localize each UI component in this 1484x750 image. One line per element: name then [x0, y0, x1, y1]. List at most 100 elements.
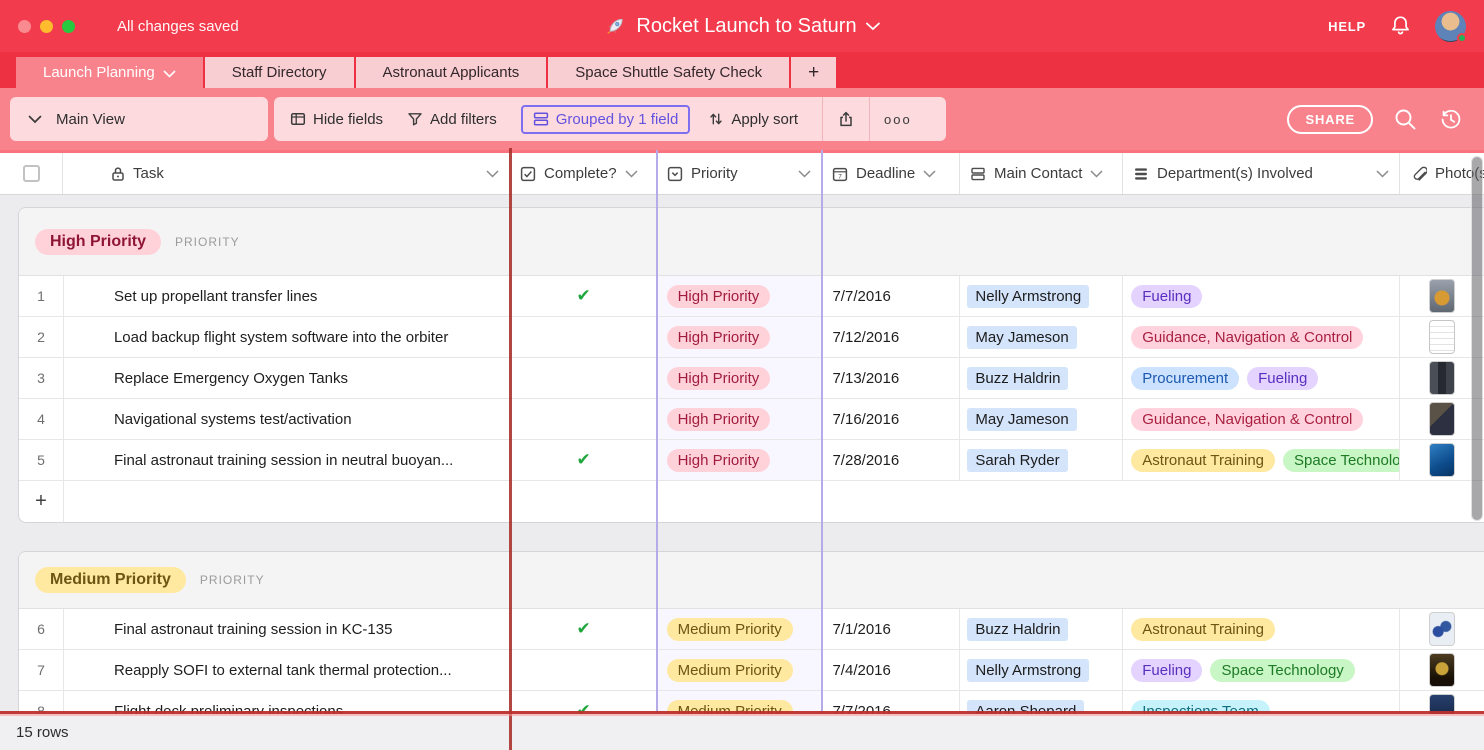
column-header-departments[interactable]: Department(s) Involved — [1123, 153, 1400, 194]
add-record-button[interactable]: + — [19, 481, 64, 522]
task-cell[interactable]: Final astronaut training session in KC-1… — [64, 609, 511, 649]
calendar-icon: 7 — [832, 166, 848, 182]
table-tab-staff-directory[interactable]: Staff Directory — [205, 57, 354, 88]
table-row[interactable]: 5 Final astronaut training session in ne… — [19, 440, 1484, 481]
close-window-button[interactable] — [18, 20, 31, 33]
table-row[interactable]: 6 Final astronaut training session in KC… — [19, 609, 1484, 650]
column-header-priority[interactable]: Priority — [657, 153, 822, 194]
contact-cell[interactable]: Sarah Ryder — [960, 440, 1123, 480]
column-header-main-contact[interactable]: Main Contact — [960, 153, 1123, 194]
departments-cell[interactable]: FuelingSpace Technology — [1123, 650, 1400, 690]
grouped-by-button[interactable]: Grouped by 1 field — [521, 105, 691, 134]
complete-cell[interactable]: ✔ — [511, 276, 658, 316]
contact-cell[interactable]: May Jameson — [960, 317, 1123, 357]
task-cell[interactable]: Final astronaut training session in neut… — [64, 440, 511, 480]
complete-cell[interactable]: ✔ — [511, 609, 658, 649]
group-value-badge[interactable]: High Priority — [35, 229, 161, 255]
departments-cell[interactable]: Astronaut Training — [1123, 609, 1400, 649]
chevron-down-icon[interactable] — [923, 170, 936, 178]
photo-cell[interactable] — [1400, 609, 1484, 649]
departments-cell[interactable]: Guidance, Navigation & Control — [1123, 399, 1400, 439]
priority-cell[interactable]: Medium Priority — [658, 609, 823, 649]
column-header-complete[interactable]: Complete? — [510, 153, 657, 194]
select-all-checkbox[interactable] — [0, 153, 63, 194]
more-options-button[interactable]: ooo — [884, 112, 916, 127]
table-row[interactable]: 4 Navigational systems test/activation H… — [19, 399, 1484, 440]
chevron-down-icon[interactable] — [1090, 170, 1103, 178]
task-cell[interactable]: Replace Emergency Oxygen Tanks — [64, 358, 511, 398]
column-header-task[interactable]: Task — [63, 153, 510, 194]
notifications-bell-icon[interactable] — [1388, 14, 1413, 38]
priority-cell[interactable]: High Priority — [658, 317, 823, 357]
revision-history-icon[interactable] — [1438, 107, 1464, 132]
apply-sort-button[interactable]: Apply sort — [708, 111, 798, 128]
table-row[interactable]: 7 Reapply SOFI to external tank thermal … — [19, 650, 1484, 691]
minimize-window-button[interactable] — [40, 20, 53, 33]
deadline-cell[interactable]: 7/1/2016 — [822, 609, 960, 649]
departments-cell[interactable]: Fueling — [1123, 276, 1400, 316]
table-row[interactable]: 1 Set up propellant transfer lines ✔ Hig… — [19, 276, 1484, 317]
table-row[interactable]: 2 Load backup flight system software int… — [19, 317, 1484, 358]
contact-cell[interactable]: Nelly Armstrong — [960, 650, 1123, 690]
departments-cell[interactable]: Guidance, Navigation & Control — [1123, 317, 1400, 357]
priority-cell[interactable]: Medium Priority — [658, 650, 823, 690]
complete-cell[interactable]: ✔ — [511, 440, 658, 480]
complete-cell[interactable] — [511, 399, 658, 439]
group-rows: 1 Set up propellant transfer lines ✔ Hig… — [19, 276, 1484, 481]
deadline-cell[interactable]: 7/12/2016 — [822, 317, 960, 357]
chevron-down-icon[interactable] — [625, 170, 638, 178]
table-tab-launch-planning[interactable]: Launch Planning — [16, 57, 203, 88]
share-view-button[interactable] — [837, 110, 855, 128]
vertical-scrollbar[interactable] — [1471, 156, 1483, 521]
priority-cell[interactable]: High Priority — [658, 399, 823, 439]
table-row[interactable]: 3 Replace Emergency Oxygen Tanks High Pr… — [19, 358, 1484, 399]
base-title-menu[interactable]: Rocket Launch to Saturn — [603, 0, 880, 52]
view-name: Main View — [56, 111, 125, 128]
view-switcher[interactable]: Main View — [10, 97, 268, 141]
share-button[interactable]: SHARE — [1287, 105, 1373, 134]
column-label: Department(s) Involved — [1157, 165, 1313, 182]
table-tab-space-shuttle-safety-check[interactable]: Space Shuttle Safety Check — [548, 57, 789, 88]
complete-cell[interactable] — [511, 650, 658, 690]
chevron-down-icon — [28, 115, 42, 124]
task-cell[interactable]: Navigational systems test/activation — [64, 399, 511, 439]
task-cell[interactable]: Load backup flight system software into … — [64, 317, 511, 357]
department-pill: Fueling — [1247, 367, 1318, 390]
grid-header-row: Task Complete? Priority 7 — [0, 150, 1484, 195]
deadline-cell[interactable]: 7/16/2016 — [822, 399, 960, 439]
zoom-window-button[interactable] — [62, 20, 75, 33]
column-header-deadline[interactable]: 7 Deadline — [822, 153, 960, 194]
departments-cell[interactable]: Astronaut TrainingSpace Technology — [1123, 440, 1400, 480]
add-table-tab[interactable]: + — [791, 57, 836, 88]
complete-cell[interactable] — [511, 358, 658, 398]
department-pill: Procurement — [1131, 367, 1239, 390]
contact-cell[interactable]: Nelly Armstrong — [960, 276, 1123, 316]
task-cell[interactable]: Set up propellant transfer lines — [64, 276, 511, 316]
complete-cell[interactable] — [511, 317, 658, 357]
help-button[interactable]: HELP — [1328, 19, 1366, 34]
deadline-cell[interactable]: 7/28/2016 — [822, 440, 960, 480]
priority-cell[interactable]: High Priority — [658, 440, 823, 480]
filter-funnel-icon — [407, 111, 423, 127]
contact-cell[interactable]: May Jameson — [960, 399, 1123, 439]
chevron-down-icon[interactable] — [486, 170, 499, 178]
add-filters-button[interactable]: Add filters — [407, 111, 497, 128]
hide-fields-button[interactable]: Hide fields — [290, 111, 383, 128]
task-cell[interactable]: Reapply SOFI to external tank thermal pr… — [64, 650, 511, 690]
search-icon[interactable] — [1393, 107, 1418, 132]
table-tab-astronaut-applicants[interactable]: Astronaut Applicants — [356, 57, 547, 88]
user-avatar[interactable] — [1435, 11, 1466, 42]
photo-cell[interactable] — [1400, 650, 1484, 690]
column-label: Priority — [691, 165, 738, 182]
group-value-badge[interactable]: Medium Priority — [35, 567, 186, 593]
deadline-cell[interactable]: 7/13/2016 — [822, 358, 960, 398]
deadline-cell[interactable]: 7/4/2016 — [822, 650, 960, 690]
contact-cell[interactable]: Buzz Haldrin — [960, 609, 1123, 649]
contact-cell[interactable]: Buzz Haldrin — [960, 358, 1123, 398]
chevron-down-icon[interactable] — [1376, 170, 1389, 178]
priority-cell[interactable]: High Priority — [658, 358, 823, 398]
departments-cell[interactable]: Procurement Fueling — [1123, 358, 1400, 398]
deadline-cell[interactable]: 7/7/2016 — [822, 276, 960, 316]
priority-cell[interactable]: High Priority — [658, 276, 823, 316]
chevron-down-icon[interactable] — [798, 170, 811, 178]
